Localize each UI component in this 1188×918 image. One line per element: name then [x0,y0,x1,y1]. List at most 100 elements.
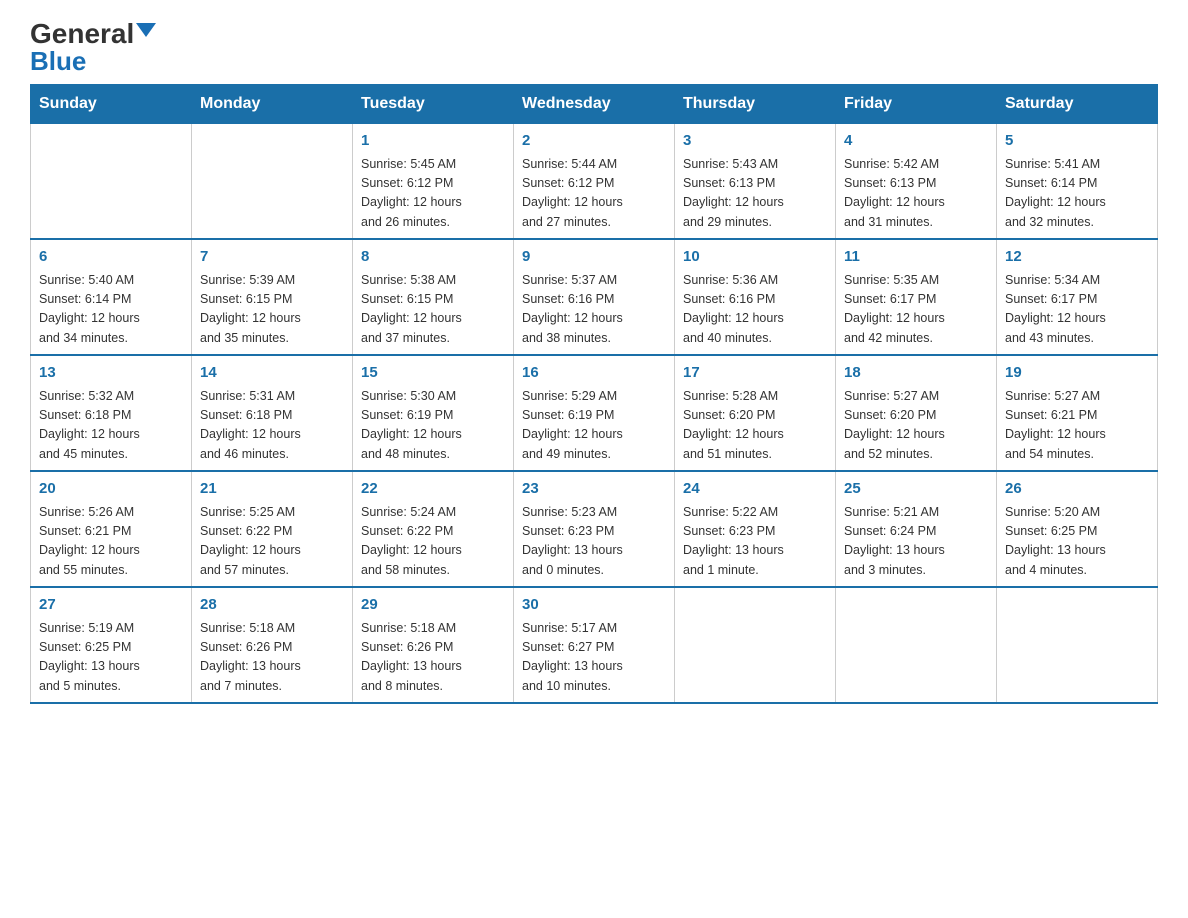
calendar-cell: 15Sunrise: 5:30 AM Sunset: 6:19 PM Dayli… [353,355,514,471]
calendar-cell: 21Sunrise: 5:25 AM Sunset: 6:22 PM Dayli… [192,471,353,587]
calendar-header-saturday: Saturday [997,85,1158,124]
calendar-week-row: 6Sunrise: 5:40 AM Sunset: 6:14 PM Daylig… [31,239,1158,355]
calendar-cell: 29Sunrise: 5:18 AM Sunset: 6:26 PM Dayli… [353,587,514,703]
day-number: 17 [683,362,827,385]
calendar-header-sunday: Sunday [31,85,192,124]
calendar-week-row: 27Sunrise: 5:19 AM Sunset: 6:25 PM Dayli… [31,587,1158,703]
day-number: 10 [683,246,827,269]
calendar-cell: 12Sunrise: 5:34 AM Sunset: 6:17 PM Dayli… [997,239,1158,355]
calendar-cell [836,587,997,703]
calendar-header-monday: Monday [192,85,353,124]
day-number: 21 [200,478,344,501]
calendar-cell: 5Sunrise: 5:41 AM Sunset: 6:14 PM Daylig… [997,124,1158,240]
calendar-cell [31,124,192,240]
calendar-cell: 3Sunrise: 5:43 AM Sunset: 6:13 PM Daylig… [675,124,836,240]
day-info: Sunrise: 5:41 AM Sunset: 6:14 PM Dayligh… [1005,155,1149,233]
day-info: Sunrise: 5:18 AM Sunset: 6:26 PM Dayligh… [361,619,505,697]
calendar-cell: 16Sunrise: 5:29 AM Sunset: 6:19 PM Dayli… [514,355,675,471]
calendar-cell: 6Sunrise: 5:40 AM Sunset: 6:14 PM Daylig… [31,239,192,355]
calendar-cell: 20Sunrise: 5:26 AM Sunset: 6:21 PM Dayli… [31,471,192,587]
day-info: Sunrise: 5:20 AM Sunset: 6:25 PM Dayligh… [1005,503,1149,581]
day-info: Sunrise: 5:19 AM Sunset: 6:25 PM Dayligh… [39,619,183,697]
calendar-cell: 27Sunrise: 5:19 AM Sunset: 6:25 PM Dayli… [31,587,192,703]
calendar-cell: 8Sunrise: 5:38 AM Sunset: 6:15 PM Daylig… [353,239,514,355]
calendar-cell: 1Sunrise: 5:45 AM Sunset: 6:12 PM Daylig… [353,124,514,240]
day-info: Sunrise: 5:23 AM Sunset: 6:23 PM Dayligh… [522,503,666,581]
day-info: Sunrise: 5:29 AM Sunset: 6:19 PM Dayligh… [522,387,666,465]
calendar-cell: 13Sunrise: 5:32 AM Sunset: 6:18 PM Dayli… [31,355,192,471]
day-number: 5 [1005,130,1149,153]
day-number: 12 [1005,246,1149,269]
calendar-header-row: SundayMondayTuesdayWednesdayThursdayFrid… [31,85,1158,124]
day-info: Sunrise: 5:27 AM Sunset: 6:20 PM Dayligh… [844,387,988,465]
day-number: 29 [361,594,505,617]
day-info: Sunrise: 5:24 AM Sunset: 6:22 PM Dayligh… [361,503,505,581]
calendar-cell: 28Sunrise: 5:18 AM Sunset: 6:26 PM Dayli… [192,587,353,703]
day-info: Sunrise: 5:17 AM Sunset: 6:27 PM Dayligh… [522,619,666,697]
day-info: Sunrise: 5:45 AM Sunset: 6:12 PM Dayligh… [361,155,505,233]
calendar-header-friday: Friday [836,85,997,124]
day-info: Sunrise: 5:25 AM Sunset: 6:22 PM Dayligh… [200,503,344,581]
logo: General Blue [30,20,156,74]
day-number: 7 [200,246,344,269]
day-number: 30 [522,594,666,617]
calendar-cell: 26Sunrise: 5:20 AM Sunset: 6:25 PM Dayli… [997,471,1158,587]
day-number: 3 [683,130,827,153]
calendar-cell: 18Sunrise: 5:27 AM Sunset: 6:20 PM Dayli… [836,355,997,471]
day-number: 13 [39,362,183,385]
calendar-cell: 4Sunrise: 5:42 AM Sunset: 6:13 PM Daylig… [836,124,997,240]
day-number: 24 [683,478,827,501]
calendar-cell [675,587,836,703]
day-info: Sunrise: 5:28 AM Sunset: 6:20 PM Dayligh… [683,387,827,465]
calendar-cell: 30Sunrise: 5:17 AM Sunset: 6:27 PM Dayli… [514,587,675,703]
logo-sub-text: Blue [30,48,86,74]
day-number: 18 [844,362,988,385]
day-number: 28 [200,594,344,617]
day-number: 14 [200,362,344,385]
day-number: 1 [361,130,505,153]
day-info: Sunrise: 5:26 AM Sunset: 6:21 PM Dayligh… [39,503,183,581]
calendar-header-thursday: Thursday [675,85,836,124]
calendar-cell: 11Sunrise: 5:35 AM Sunset: 6:17 PM Dayli… [836,239,997,355]
calendar-cell: 14Sunrise: 5:31 AM Sunset: 6:18 PM Dayli… [192,355,353,471]
calendar-week-row: 20Sunrise: 5:26 AM Sunset: 6:21 PM Dayli… [31,471,1158,587]
day-info: Sunrise: 5:21 AM Sunset: 6:24 PM Dayligh… [844,503,988,581]
day-info: Sunrise: 5:42 AM Sunset: 6:13 PM Dayligh… [844,155,988,233]
calendar-table: SundayMondayTuesdayWednesdayThursdayFrid… [30,84,1158,704]
day-info: Sunrise: 5:18 AM Sunset: 6:26 PM Dayligh… [200,619,344,697]
day-number: 4 [844,130,988,153]
calendar-cell: 9Sunrise: 5:37 AM Sunset: 6:16 PM Daylig… [514,239,675,355]
logo-main-text: General [30,20,134,48]
day-info: Sunrise: 5:30 AM Sunset: 6:19 PM Dayligh… [361,387,505,465]
day-info: Sunrise: 5:40 AM Sunset: 6:14 PM Dayligh… [39,271,183,349]
day-info: Sunrise: 5:31 AM Sunset: 6:18 PM Dayligh… [200,387,344,465]
day-info: Sunrise: 5:39 AM Sunset: 6:15 PM Dayligh… [200,271,344,349]
day-info: Sunrise: 5:37 AM Sunset: 6:16 PM Dayligh… [522,271,666,349]
day-info: Sunrise: 5:27 AM Sunset: 6:21 PM Dayligh… [1005,387,1149,465]
calendar-cell: 22Sunrise: 5:24 AM Sunset: 6:22 PM Dayli… [353,471,514,587]
day-info: Sunrise: 5:32 AM Sunset: 6:18 PM Dayligh… [39,387,183,465]
day-number: 2 [522,130,666,153]
day-number: 16 [522,362,666,385]
calendar-cell: 19Sunrise: 5:27 AM Sunset: 6:21 PM Dayli… [997,355,1158,471]
day-number: 11 [844,246,988,269]
day-number: 19 [1005,362,1149,385]
page-header: General Blue [30,20,1158,74]
day-info: Sunrise: 5:44 AM Sunset: 6:12 PM Dayligh… [522,155,666,233]
day-number: 20 [39,478,183,501]
day-info: Sunrise: 5:38 AM Sunset: 6:15 PM Dayligh… [361,271,505,349]
calendar-cell [997,587,1158,703]
calendar-cell: 23Sunrise: 5:23 AM Sunset: 6:23 PM Dayli… [514,471,675,587]
logo-triangle-icon [136,23,156,37]
calendar-cell: 10Sunrise: 5:36 AM Sunset: 6:16 PM Dayli… [675,239,836,355]
calendar-cell: 7Sunrise: 5:39 AM Sunset: 6:15 PM Daylig… [192,239,353,355]
day-number: 27 [39,594,183,617]
day-number: 8 [361,246,505,269]
day-number: 9 [522,246,666,269]
day-number: 15 [361,362,505,385]
calendar-cell [192,124,353,240]
day-info: Sunrise: 5:36 AM Sunset: 6:16 PM Dayligh… [683,271,827,349]
day-number: 26 [1005,478,1149,501]
day-info: Sunrise: 5:43 AM Sunset: 6:13 PM Dayligh… [683,155,827,233]
day-number: 22 [361,478,505,501]
